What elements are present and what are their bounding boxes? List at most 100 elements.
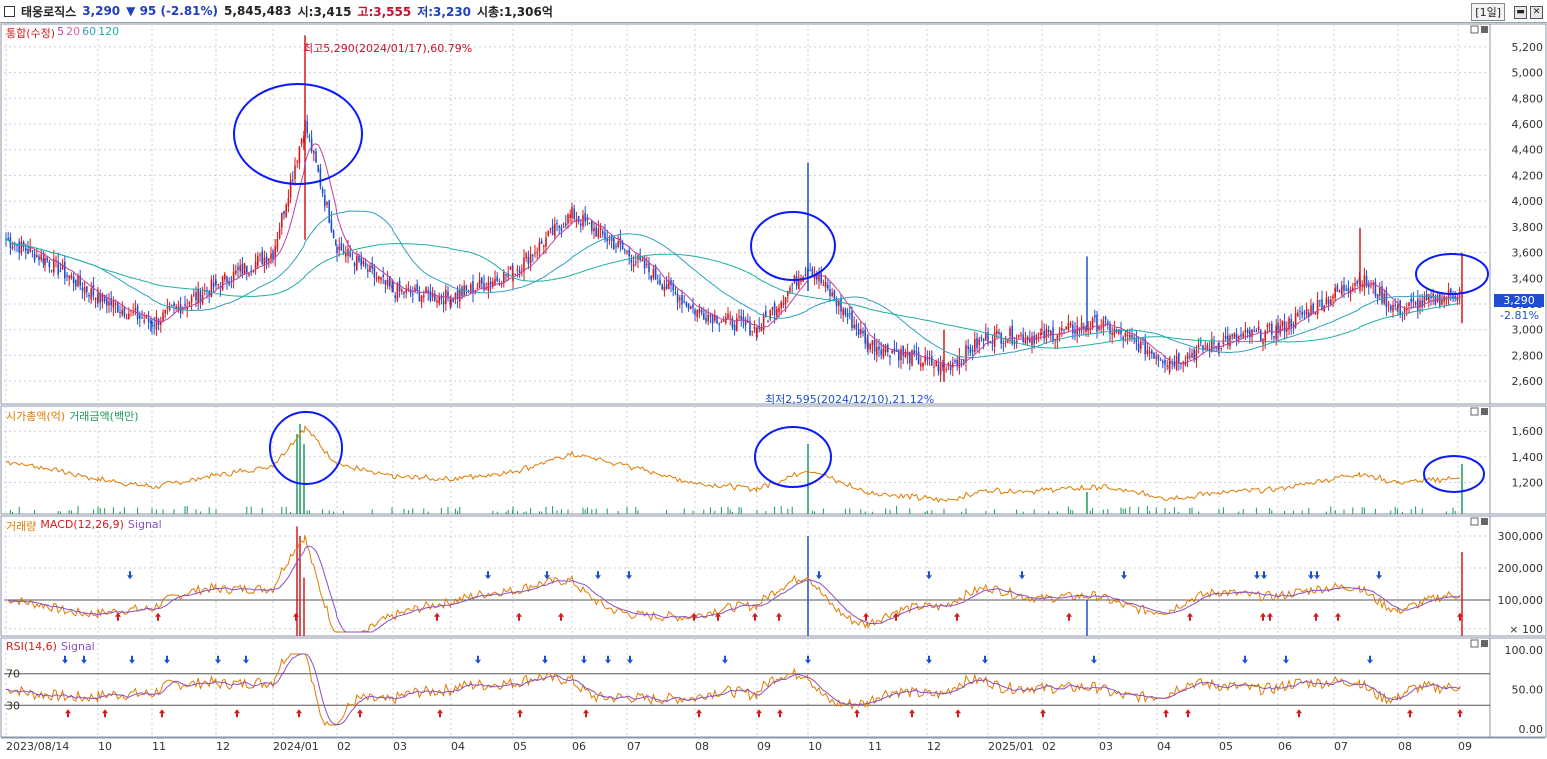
candle-body [882, 348, 885, 358]
candle-body [1392, 304, 1394, 312]
candle-body [679, 298, 681, 300]
macd-tick-label: × 100 [1509, 623, 1543, 636]
candle-body [835, 298, 838, 307]
candle-body [567, 214, 569, 224]
candle-body [287, 198, 290, 207]
candle-body [1255, 330, 1258, 332]
x-tick-label: 09 [1458, 740, 1472, 753]
candle-body [1151, 350, 1153, 354]
candle-body [1233, 333, 1236, 339]
candle-body [489, 281, 492, 285]
candle-body [911, 350, 913, 366]
candle-body [68, 275, 70, 279]
candle-body [742, 316, 745, 322]
x-tick-label: 2024/01 [273, 740, 319, 753]
candle-body [617, 241, 619, 248]
stock-chart[interactable]: 2023/08/14 10 11 12 2024/01 02 03 04 05 06 07 08 09 1… [0, 0, 1547, 759]
candle-body [698, 309, 701, 313]
candle-body [195, 292, 197, 301]
candle-body [1129, 334, 1131, 338]
price-tick-label: 3,600 [1512, 247, 1544, 260]
rsi-level-label: 70 [6, 668, 20, 681]
candle-body [996, 330, 998, 335]
candle-body [31, 250, 34, 252]
candle-body [476, 287, 479, 290]
candle-body [751, 331, 753, 333]
candle-body [367, 269, 369, 272]
candle-body [83, 287, 86, 294]
candle-body [11, 246, 14, 249]
candle-body [547, 231, 549, 236]
candle-body [1330, 299, 1332, 305]
candle-body [676, 293, 679, 303]
candle-body [707, 314, 709, 322]
legend-ma5: 5 [57, 25, 65, 38]
candle-body [648, 262, 650, 273]
candle-body [1135, 338, 1138, 343]
candle-body [1253, 330, 1255, 332]
price-legend: 통합(수정) 5 20 60 120 [6, 25, 119, 41]
candle-body [884, 345, 887, 353]
candle-body [635, 261, 637, 263]
rsi-tick-label: 50.00 [1512, 684, 1544, 697]
price-tick-label: 4,000 [1512, 195, 1544, 208]
candle-body [1345, 288, 1347, 291]
candle-body [1273, 336, 1275, 338]
legend-macd: MACD(12,26,9) [40, 518, 124, 531]
candle-body [440, 297, 443, 300]
candle-body [121, 309, 123, 315]
candle-body [22, 241, 25, 248]
price-tick-label: 3,000 [1512, 324, 1544, 337]
candle-body [1197, 345, 1200, 348]
candle-body [1009, 328, 1011, 337]
candle-body [963, 359, 965, 362]
candle-body [1050, 331, 1052, 336]
candle-body [1022, 334, 1024, 343]
legend-rsi-signal: Signal [60, 640, 95, 653]
candle-body [1428, 294, 1430, 301]
candle-body [306, 121, 308, 134]
x-tick-label: 2023/08/14 [6, 740, 69, 753]
candle-body [217, 283, 219, 286]
x-tick-label: 10 [98, 740, 112, 753]
candle-body [873, 340, 876, 352]
candle-body [72, 276, 75, 284]
candle-body [685, 301, 688, 307]
candle-body [1118, 329, 1120, 334]
candle-body [285, 204, 287, 217]
candle-body [915, 351, 918, 353]
candle-body [319, 168, 322, 187]
candle-body [454, 293, 457, 299]
candle-body [86, 286, 88, 293]
candle-body [1441, 300, 1443, 305]
candle-body [132, 312, 134, 314]
candle-body [851, 311, 853, 329]
candle-body [665, 284, 668, 289]
candle-body [646, 263, 648, 265]
candle-body [827, 284, 829, 289]
candle-body [429, 291, 432, 301]
candle-body [147, 317, 150, 323]
candle-body [820, 273, 822, 284]
candle-body [1100, 327, 1102, 329]
candle-body [545, 237, 547, 247]
candle-body [349, 252, 351, 257]
candle-body [822, 284, 825, 286]
candle-body [1111, 332, 1113, 335]
candle-body [1065, 326, 1067, 330]
candle-body [538, 242, 541, 252]
candle-body [332, 230, 335, 239]
candle-body [199, 291, 202, 302]
candle-body [595, 227, 597, 237]
candle-body [243, 263, 246, 274]
candle-body [687, 303, 690, 309]
candle-body [829, 288, 831, 296]
candle-body [190, 296, 193, 303]
candle-body [626, 250, 628, 253]
candle-body [315, 151, 317, 163]
candle-body [523, 257, 525, 272]
candle-body [461, 287, 463, 297]
candle-body [569, 214, 571, 219]
candle-body [798, 279, 800, 290]
candle-body [565, 223, 567, 226]
